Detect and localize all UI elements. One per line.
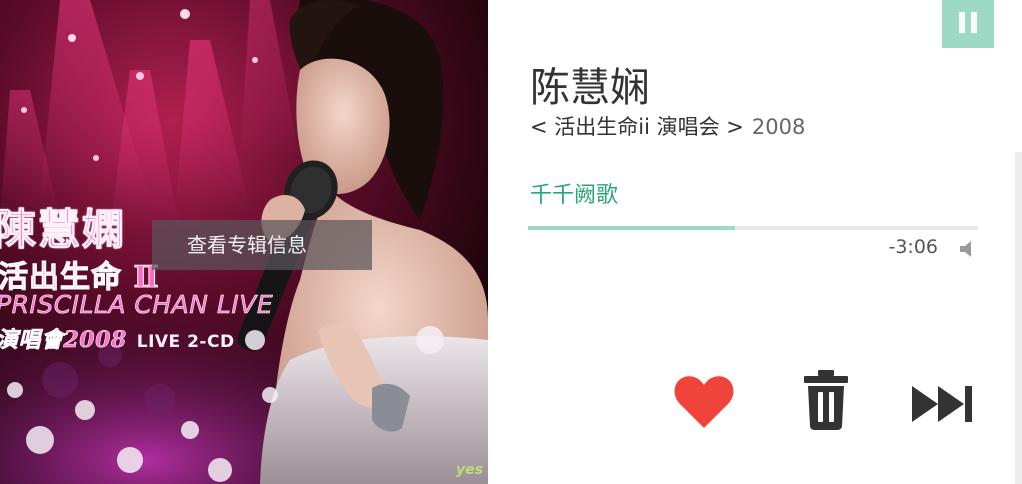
next-button[interactable] [910,384,976,424]
time-remaining: -3:06 [888,236,938,258]
cover-year-line: 演唱會2008 LIVE 2-CD [0,322,235,354]
volume-icon[interactable] [958,238,974,260]
cover-english-text: PRISCILLA CHAN LIVE [0,290,274,320]
album-line: < 活出生命ii 演唱会 > 2008 [530,112,805,142]
like-button[interactable] [674,374,734,430]
player-panel: 陈慧娴 < 活出生命ii 演唱会 > 2008 千千阙歌 -3:06 [488,0,1022,484]
cover-artist-text: 陳慧嫻 [0,205,127,255]
trash-icon [804,370,848,430]
skip-next-icon [912,386,972,422]
album-name[interactable]: < 活出生命ii 演唱会 > [530,115,744,139]
view-album-info-label: 查看专辑信息 [187,233,307,257]
artist-name[interactable]: 陈慧娴 [530,60,650,116]
cover-year-text: 演唱會2008 [0,327,127,354]
progress-bar[interactable] [528,226,978,230]
pause-button[interactable] [942,0,994,48]
fm-player: 陳慧嫻 活出生命 Ⅱ PRISCILLA CHAN LIVE 演唱會2008 LI… [0,0,1022,484]
progress-fill [528,226,735,230]
song-title[interactable]: 千千阙歌 [530,180,618,212]
cover-watermark: yes [456,462,483,478]
view-album-info-button[interactable]: 查看专辑信息 [152,220,372,270]
pause-icon [959,12,965,33]
album-year: 2008 [751,115,806,139]
pause-icon-bar [971,12,977,33]
cover-live-text: LIVE 2-CD [136,332,235,352]
heart-icon [674,376,734,428]
delete-button[interactable] [802,370,850,430]
scrollbar[interactable] [1015,152,1022,484]
album-cover: 陳慧嫻 活出生命 Ⅱ PRISCILLA CHAN LIVE 演唱會2008 LI… [0,0,488,484]
